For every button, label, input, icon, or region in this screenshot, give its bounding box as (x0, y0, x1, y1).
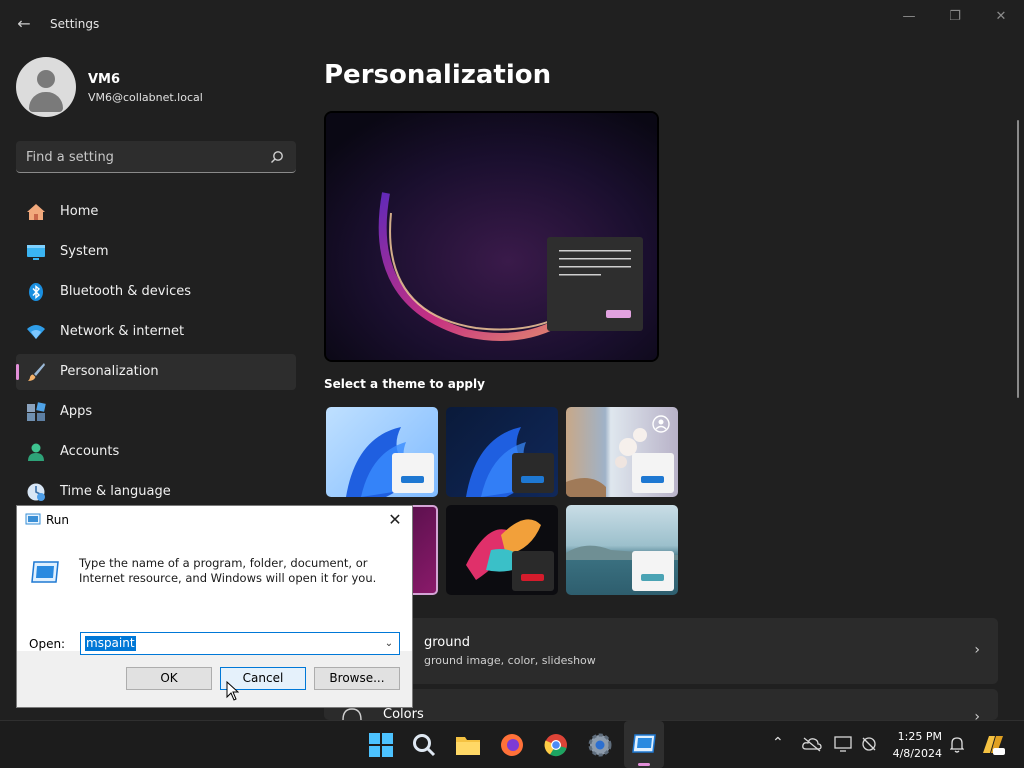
avatar-body (29, 92, 63, 112)
ok-button[interactable]: OK (126, 667, 212, 690)
open-label: Open: (29, 637, 66, 651)
file-explorer-icon[interactable] (454, 731, 482, 759)
run-icon (25, 513, 41, 525)
tile-window-sample (632, 453, 674, 493)
sidebar-item-bluetooth[interactable]: Bluetooth & devices (16, 274, 296, 310)
user-email: VM6@collabnet.local (88, 91, 203, 104)
run-program-icon (31, 561, 59, 583)
wifi-icon (27, 325, 45, 339)
sidebar-item-label: Apps (60, 404, 93, 419)
search-icon[interactable] (270, 150, 284, 164)
run-taskbar-button[interactable] (624, 721, 664, 768)
title-bar: ← Settings — ❐ ✕ (0, 0, 1024, 48)
tile-accent-bar (521, 574, 544, 581)
tile-accent-bar (401, 476, 424, 483)
run-icon (632, 734, 656, 753)
clock-time[interactable]: 1:25 PM (892, 730, 942, 743)
run-dialog-title: Run (46, 513, 70, 527)
tile-accent-bar (641, 574, 664, 581)
sidebar-item-label: Network & internet (60, 324, 185, 339)
system-icon (27, 245, 45, 260)
avatar[interactable] (16, 57, 76, 117)
bluetooth-icon (29, 283, 43, 301)
display-icon[interactable] (834, 736, 852, 752)
theme-tile-windows-dark[interactable] (446, 407, 558, 497)
chevron-down-icon[interactable]: ⌄ (382, 635, 396, 652)
run-dialog-close-button[interactable]: ✕ (384, 509, 406, 531)
tile-window-sample (392, 453, 434, 493)
open-input-value[interactable]: mspaint (85, 636, 136, 651)
chrome-icon[interactable] (542, 731, 570, 759)
run-dialog: Run ✕ Type the name of a program, folder… (16, 505, 413, 708)
sidebar-item-label: System (60, 244, 109, 259)
theme-section-heading: Select a theme to apply (324, 377, 485, 391)
chevron-up-icon[interactable]: ⌃ (772, 735, 784, 751)
minimize-button[interactable]: — (894, 8, 924, 26)
run-dialog-body: Type the name of a program, folder, docu… (17, 534, 412, 655)
background-card-subtitle: ground image, color, slideshow (424, 654, 596, 667)
search-icon[interactable] (410, 731, 438, 759)
sidebar-item-home[interactable]: Home (16, 194, 296, 230)
sidebar-item-label: Bluetooth & devices (60, 284, 191, 299)
tile-window-sample (512, 453, 554, 493)
chevron-right-icon: › (974, 642, 980, 658)
sidebar-item-system[interactable]: System (16, 234, 296, 270)
clock-date[interactable]: 4/8/2024 (880, 747, 942, 760)
sidebar-item-label: Accounts (60, 444, 120, 459)
tile-window-sample (512, 551, 554, 591)
copilot-icon[interactable] (980, 733, 1006, 757)
colors-setting-card[interactable]: Colors › (324, 689, 998, 725)
tile-accent-bar (521, 476, 544, 483)
sidebar-item-label: Time & language (60, 484, 171, 499)
avatar-head (37, 70, 55, 88)
apps-icon (27, 402, 46, 421)
tile-window-sample (632, 551, 674, 591)
network-icon[interactable] (860, 736, 878, 752)
background-setting-card[interactable]: ground ground image, color, slideshow › (324, 618, 998, 684)
palette-icon (342, 708, 362, 720)
user-name: VM6 (88, 72, 121, 87)
sidebar-item-personalization[interactable]: Personalization (16, 354, 296, 390)
sidebar-item-label: Personalization (60, 364, 159, 379)
background-card-title: ground (424, 635, 470, 650)
sidebar-nav: Home System Bluetooth & devices Network … (16, 194, 296, 514)
sidebar-item-apps[interactable]: Apps (16, 394, 296, 430)
settings-icon[interactable] (586, 731, 614, 759)
theme-tile-windows-light[interactable] (326, 407, 438, 497)
tile-accent-bar (641, 476, 664, 483)
home-icon (27, 204, 45, 220)
maximize-button[interactable]: ❐ (940, 8, 970, 26)
wallpaper-preview-image (326, 113, 657, 360)
page-title: Personalization (324, 60, 552, 90)
theme-preview (324, 111, 659, 362)
theme-tile-glow[interactable] (566, 407, 678, 497)
sidebar-item-label: Home (60, 204, 99, 219)
back-arrow-icon[interactable]: ← (12, 12, 36, 36)
open-combobox[interactable]: mspaint ⌄ (80, 632, 400, 655)
search-box[interactable] (16, 141, 296, 173)
close-button[interactable]: ✕ (986, 8, 1016, 26)
sidebar-item-network[interactable]: Network & internet (16, 314, 296, 350)
run-dialog-titlebar[interactable]: Run ✕ (17, 506, 412, 534)
accounts-icon (28, 443, 44, 461)
search-input[interactable] (26, 147, 266, 167)
clock-icon (27, 483, 45, 501)
start-icon[interactable] (367, 731, 395, 759)
brush-icon (28, 363, 45, 381)
notification-bell-icon[interactable] (950, 736, 964, 753)
browse-button[interactable]: Browse... (314, 667, 400, 690)
sidebar-item-accounts[interactable]: Accounts (16, 434, 296, 470)
active-app-indicator (638, 763, 650, 766)
spotlight-icon (652, 415, 670, 433)
mouse-pointer-icon (226, 681, 239, 701)
scrollbar[interactable] (1017, 120, 1019, 398)
app-title: Settings (50, 17, 100, 31)
theme-tile-sunrise[interactable] (566, 505, 678, 595)
onedrive-icon[interactable] (802, 736, 822, 752)
theme-tile-flow[interactable] (446, 505, 558, 595)
run-dialog-description: Type the name of a program, folder, docu… (79, 556, 377, 585)
firefox-icon[interactable] (498, 731, 526, 759)
taskbar: ⌃ 1:25 PM 4/8/2024 (0, 720, 1024, 768)
